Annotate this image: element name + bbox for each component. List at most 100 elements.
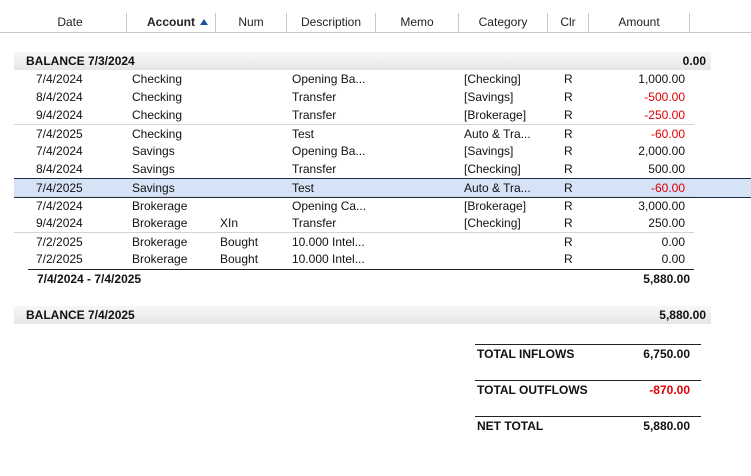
- cell-num: Bought: [220, 252, 259, 266]
- balance-end-amount: 5,880.00: [659, 308, 706, 322]
- cell-amount: -60.00: [650, 181, 685, 195]
- table-row[interactable]: 7/2/2025 Brokerage Bought 10.000 Intel... R 0…: [14, 232, 694, 251]
- cell-amount: 500.00: [648, 162, 685, 176]
- cell-category: [Checking]: [464, 216, 521, 230]
- total-inflows-row: TOTAL INFLOWS 6,750.00: [475, 344, 701, 363]
- cell-amount: 250.00: [648, 216, 685, 230]
- cell-account: Checking: [132, 127, 183, 141]
- total-outflows-label: TOTAL OUTFLOWS: [477, 383, 588, 397]
- cell-account: Savings: [132, 181, 175, 195]
- column-memo[interactable]: Memo: [376, 13, 459, 32]
- table-row[interactable]: 8/4/2024 Savings Transfer [Checking] R 500.00: [14, 160, 694, 178]
- cell-date: 7/4/2025: [36, 181, 83, 195]
- cell-date: 7/4/2024: [36, 199, 83, 213]
- cell-category: Auto & Tra...: [464, 181, 531, 195]
- subtotal-label: 7/4/2024 - 7/4/2025: [37, 272, 142, 286]
- cell-date: 9/4/2024: [36, 216, 83, 230]
- total-outflows-amount: -870.00: [649, 383, 690, 397]
- cell-account: Brokerage: [132, 199, 188, 213]
- cell-clr: R: [564, 108, 573, 122]
- cell-description: Transfer: [292, 216, 337, 230]
- total-inflows-amount: 6,750.00: [643, 347, 690, 361]
- balance-start-amount: 0.00: [682, 54, 706, 68]
- cell-amount: 0.00: [661, 235, 685, 249]
- cell-amount: -250.00: [644, 108, 685, 122]
- cell-description: Opening Ca...: [292, 199, 367, 213]
- table-row[interactable]: 7/4/2025 Checking Test Auto & Tra... R -60.00: [14, 124, 694, 143]
- total-inflows-label: TOTAL INFLOWS: [477, 347, 575, 361]
- cell-category: [Brokerage]: [464, 199, 527, 213]
- cell-account: Brokerage: [132, 216, 188, 230]
- cell-date: 7/2/2025: [36, 235, 83, 249]
- balance-end-label: BALANCE 7/4/2025: [26, 308, 135, 322]
- cell-amount: 2,000.00: [638, 144, 685, 158]
- table-row[interactable]: 7/4/2024 Brokerage Opening Ca... [Brokerage…: [14, 196, 694, 215]
- column-amount-label: Amount: [618, 15, 660, 29]
- column-num-label: Num: [238, 15, 264, 29]
- cell-account: Checking: [132, 72, 183, 86]
- date-range-subtotal: 7/4/2024 - 7/4/2025 5,880.00: [28, 269, 694, 288]
- cell-category: Auto & Tra...: [464, 127, 531, 141]
- sort-ascending-icon: [200, 19, 208, 25]
- cell-clr: R: [564, 199, 573, 213]
- column-category[interactable]: Category: [459, 13, 548, 32]
- cell-clr: R: [564, 252, 573, 266]
- column-category-label: Category: [478, 15, 528, 29]
- cell-clr: R: [564, 90, 573, 104]
- column-num[interactable]: Num: [216, 13, 287, 32]
- cell-description: 10.000 Intel...: [292, 235, 365, 249]
- column-date[interactable]: Date: [14, 13, 127, 32]
- table-row[interactable]: 9/4/2024 Brokerage XIn Transfer [Checking] R 2…: [14, 214, 694, 232]
- cell-category: [Checking]: [464, 72, 521, 86]
- column-amount[interactable]: Amount: [589, 13, 690, 32]
- cell-category: [Savings]: [464, 144, 514, 158]
- cell-description: Transfer: [292, 90, 337, 104]
- cell-date: 8/4/2024: [36, 162, 83, 176]
- cell-description: Test: [292, 127, 315, 141]
- column-account[interactable]: Account: [127, 13, 216, 32]
- cell-amount: -500.00: [644, 90, 685, 104]
- cell-date: 7/4/2024: [36, 72, 83, 86]
- net-total-label: NET TOTAL: [477, 419, 544, 433]
- cell-clr: R: [564, 235, 573, 249]
- cell-num: Bought: [220, 235, 259, 249]
- cell-amount: 3,000.00: [638, 199, 685, 213]
- cell-category: [Savings]: [464, 90, 514, 104]
- table-row[interactable]: 7/4/2024 Checking Opening Ba... [Checking] R…: [14, 70, 694, 88]
- column-header: Date Account Num Description Memo Catego…: [0, 13, 751, 33]
- column-account-label: Account: [147, 15, 195, 29]
- cell-clr: R: [564, 144, 573, 158]
- column-description-label: Description: [300, 15, 362, 29]
- table-row[interactable]: 8/4/2024 Checking Transfer [Savings] R -500.0…: [14, 88, 694, 106]
- table-row[interactable]: 7/4/2024 Savings Opening Ba... [Savings] R 2,…: [14, 142, 694, 160]
- cell-amount: 0.00: [661, 252, 685, 266]
- cell-account: Brokerage: [132, 235, 188, 249]
- column-date-label: Date: [57, 15, 83, 29]
- subtotal-amount: 5,880.00: [643, 272, 690, 286]
- cell-description: Test: [292, 181, 315, 195]
- cell-account: Brokerage: [132, 252, 188, 266]
- cell-description: Opening Ba...: [292, 144, 366, 158]
- cell-clr: R: [564, 181, 573, 195]
- cell-description: Transfer: [292, 108, 337, 122]
- table-row[interactable]: 9/4/2024 Checking Transfer [Brokerage] R -250…: [14, 106, 694, 124]
- column-description[interactable]: Description: [287, 13, 376, 32]
- cell-description: Transfer: [292, 162, 337, 176]
- cell-clr: R: [564, 162, 573, 176]
- cell-clr: R: [564, 72, 573, 86]
- balance-start-label: BALANCE 7/3/2024: [26, 54, 135, 68]
- column-clr[interactable]: Clr: [548, 13, 589, 32]
- cell-date: 7/4/2025: [36, 127, 83, 141]
- table-row-selected[interactable]: 7/4/2025 Savings Test Auto & Tra... R -60.00: [14, 178, 751, 198]
- cell-clr: R: [564, 216, 573, 230]
- cell-date: 9/4/2024: [36, 108, 83, 122]
- table-row[interactable]: 7/2/2025 Brokerage Bought 10.000 Intel... R 0…: [14, 250, 694, 268]
- cell-description: Opening Ba...: [292, 72, 366, 86]
- net-total-row: NET TOTAL 5,880.00: [475, 416, 701, 435]
- cell-amount: -60.00: [650, 127, 685, 141]
- balance-start-band: BALANCE 7/3/2024 0.00: [14, 52, 711, 70]
- cell-category: [Checking]: [464, 162, 521, 176]
- cell-num: XIn: [220, 216, 239, 230]
- total-outflows-row: TOTAL OUTFLOWS -870.00: [475, 380, 701, 399]
- column-memo-label: Memo: [400, 15, 434, 29]
